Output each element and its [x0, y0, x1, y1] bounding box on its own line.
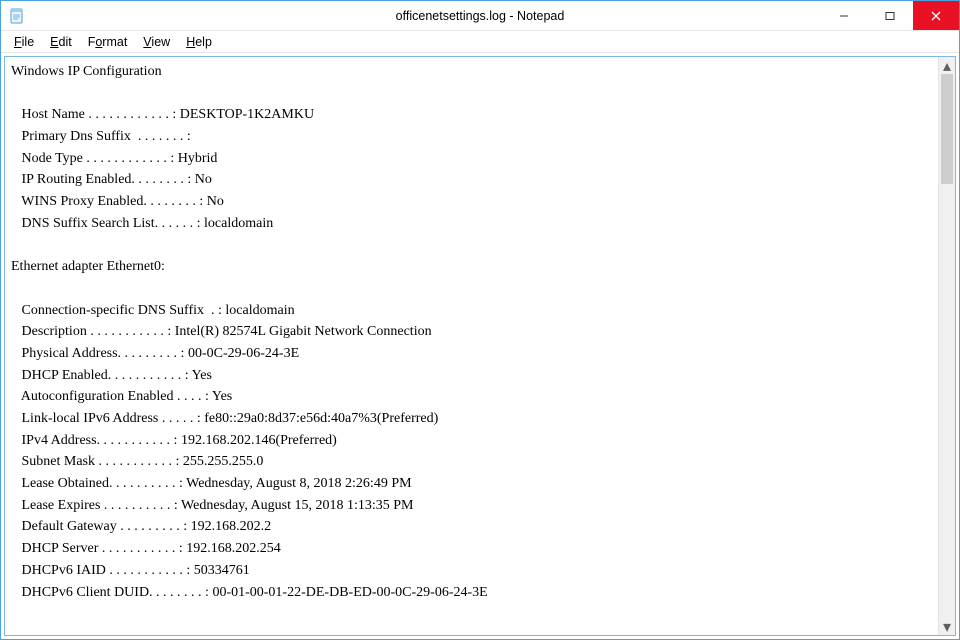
scroll-thumb[interactable]	[941, 74, 953, 184]
text-editor[interactable]: Windows IP Configuration Host Name . . .…	[5, 57, 938, 635]
close-button[interactable]	[913, 1, 959, 30]
editor-frame: Windows IP Configuration Host Name . . .…	[4, 56, 956, 636]
close-icon	[931, 11, 941, 21]
titlebar[interactable]: officenetsettings.log - Notepad	[1, 1, 959, 31]
menu-format[interactable]: Format	[81, 34, 135, 50]
minimize-icon	[839, 11, 849, 21]
menu-view[interactable]: View	[136, 34, 177, 50]
menu-help[interactable]: Help	[179, 34, 219, 50]
menu-file[interactable]: File	[7, 34, 41, 50]
menubar: File Edit Format View Help	[1, 31, 959, 53]
chevron-up-icon: ▴	[943, 56, 951, 76]
scroll-down-button[interactable]: ▾	[939, 618, 955, 635]
vertical-scrollbar[interactable]: ▴ ▾	[938, 57, 955, 635]
client-area: Windows IP Configuration Host Name . . .…	[1, 53, 959, 639]
chevron-down-icon: ▾	[943, 617, 951, 637]
maximize-button[interactable]	[867, 1, 913, 30]
app-icon	[9, 8, 25, 24]
minimize-button[interactable]	[821, 1, 867, 30]
window-controls	[821, 1, 959, 30]
notepad-window: officenetsettings.log - Notepad File	[0, 0, 960, 640]
maximize-icon	[885, 11, 895, 21]
window-title: officenetsettings.log - Notepad	[1, 9, 959, 23]
menu-edit[interactable]: Edit	[43, 34, 79, 50]
scroll-up-button[interactable]: ▴	[939, 57, 955, 74]
scroll-track[interactable]	[939, 74, 955, 618]
